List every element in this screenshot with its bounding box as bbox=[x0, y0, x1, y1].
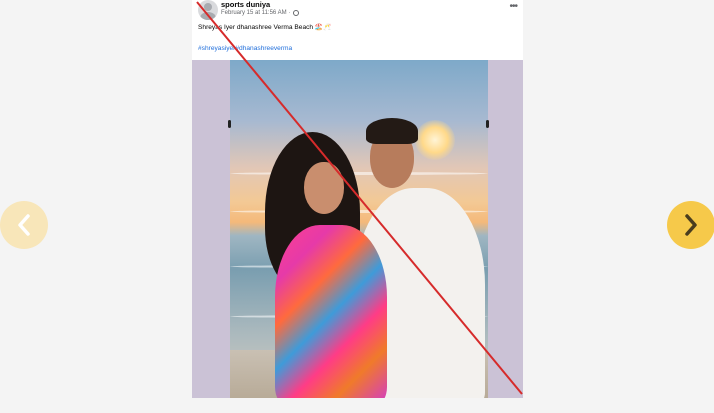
post-card: sports duniya February 15 at 11:56 AM · … bbox=[192, 0, 523, 398]
photo-edge-mark bbox=[228, 120, 231, 128]
previous-button[interactable] bbox=[0, 201, 48, 249]
post-author-name[interactable]: sports duniya bbox=[221, 0, 270, 9]
post-timestamp[interactable]: February 15 at 11:56 AM bbox=[221, 10, 287, 16]
more-options-icon[interactable]: ••• bbox=[509, 1, 517, 12]
chevron-right-icon bbox=[685, 214, 697, 236]
hashtag-link[interactable]: #dhanashreeverma bbox=[235, 45, 292, 52]
post-caption: Shreyas Iyer dhanashree Verma Beach 🏖️🥂 bbox=[198, 24, 332, 31]
post-meta: February 15 at 11:56 AM · bbox=[221, 10, 299, 16]
post-photo[interactable] bbox=[230, 60, 488, 398]
photo-edge-mark bbox=[486, 120, 489, 128]
chevron-left-icon bbox=[18, 214, 30, 236]
globe-icon bbox=[292, 10, 299, 16]
next-button[interactable] bbox=[667, 201, 714, 249]
profile-avatar-icon[interactable] bbox=[198, 0, 218, 20]
post-hashtags: #shreyasiyer #dhanashreeverma bbox=[198, 45, 292, 52]
hashtag-link[interactable]: #shreyasiyer bbox=[198, 45, 235, 52]
meta-separator: · bbox=[288, 10, 291, 16]
post-media[interactable] bbox=[192, 60, 523, 398]
